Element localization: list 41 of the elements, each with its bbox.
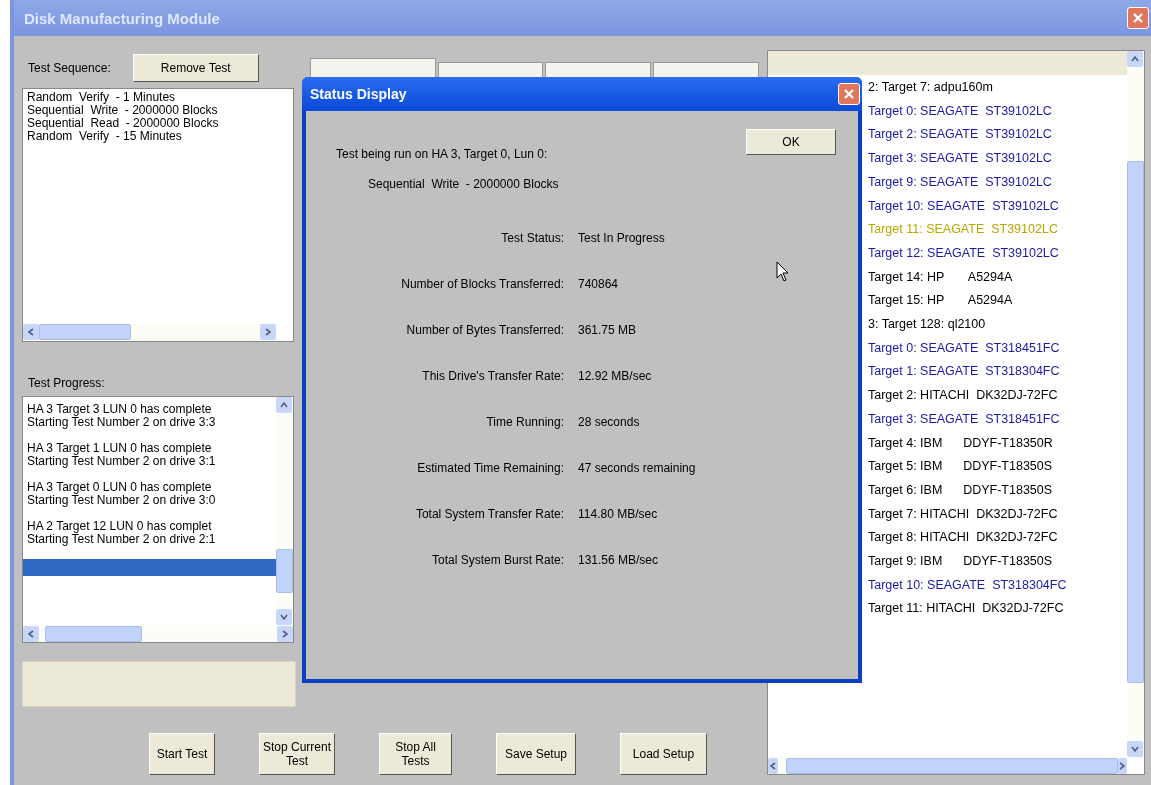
- field-value: 12.92 MB/sec: [578, 369, 653, 383]
- log-line: Starting Test Number 2 on drive 3:3: [27, 415, 217, 429]
- section-label: Test Sequence:: [28, 61, 111, 75]
- field-value: 47 seconds remaining: [578, 461, 697, 475]
- dialog-title: Status Display: [310, 86, 407, 102]
- window-title: Disk Manufacturing Module: [24, 9, 220, 27]
- test-name: Sequential Write - 2000000 Blocks: [368, 177, 560, 191]
- log-line: Starting Test Number 2 on drive 3:1: [27, 454, 217, 468]
- log-line: Starting Test Number 2 on drive 2:1: [27, 532, 217, 546]
- field-value: 28 seconds: [578, 415, 641, 429]
- field-label: Total System Burst Rate:: [430, 553, 564, 567]
- list-item[interactable]: Random Verify - 1 Minutes: [27, 91, 289, 104]
- remove-test-button[interactable]: Remove Test: [132, 54, 259, 82]
- field-value: 740864: [578, 277, 620, 291]
- ok-button[interactable]: OK: [746, 129, 836, 155]
- section-label: Test Progress:: [27, 375, 106, 390]
- field-label: This Drive's Transfer Rate:: [421, 369, 564, 383]
- list-item[interactable]: Sequential Read - 2000000 Blocks: [27, 117, 289, 130]
- field-label: Number of Bytes Transferred:: [405, 323, 564, 337]
- field-value: 361.75 MB: [578, 323, 638, 337]
- field-label: Total System Transfer Rate:: [414, 507, 564, 521]
- field-label: Estimated Time Remaining:: [416, 461, 564, 475]
- action-button[interactable]: Save Setup: [496, 733, 576, 775]
- field-value: 114.80 MB/sec: [578, 507, 659, 521]
- action-button[interactable]: Start Test: [149, 733, 215, 775]
- log-line: HA 3 Target 3 LUN 0 has complete: [27, 402, 213, 416]
- action-button[interactable]: Load Setup: [620, 733, 707, 775]
- dialog-heading: Test being run on HA 3, Target 0, Lun 0:: [336, 147, 549, 161]
- log-line: HA 3 Target 0 LUN 0 has complete: [27, 480, 213, 494]
- field-label: Number of Blocks Transferred:: [400, 277, 564, 291]
- log-line: HA 2 Target 12 LUN 0 has complet: [27, 519, 213, 533]
- log-line: HA 3 Target 1 LUN 0 has complete: [27, 441, 213, 455]
- action-button[interactable]: Stop All Tests: [379, 733, 452, 775]
- field-value: 131.56 MB/sec: [578, 553, 660, 567]
- field-label: Test Status:: [500, 231, 564, 245]
- log-line: Starting Test Number 2 on drive 3:0: [27, 493, 217, 507]
- field-label: Time Running:: [485, 415, 564, 429]
- field-value: Test In Progress: [578, 231, 666, 245]
- list-item[interactable]: Sequential Write - 2000000 Blocks: [27, 104, 289, 117]
- list-item[interactable]: Random Verify - 15 Minutes: [27, 130, 289, 143]
- action-button[interactable]: Stop Current Test: [259, 733, 335, 775]
